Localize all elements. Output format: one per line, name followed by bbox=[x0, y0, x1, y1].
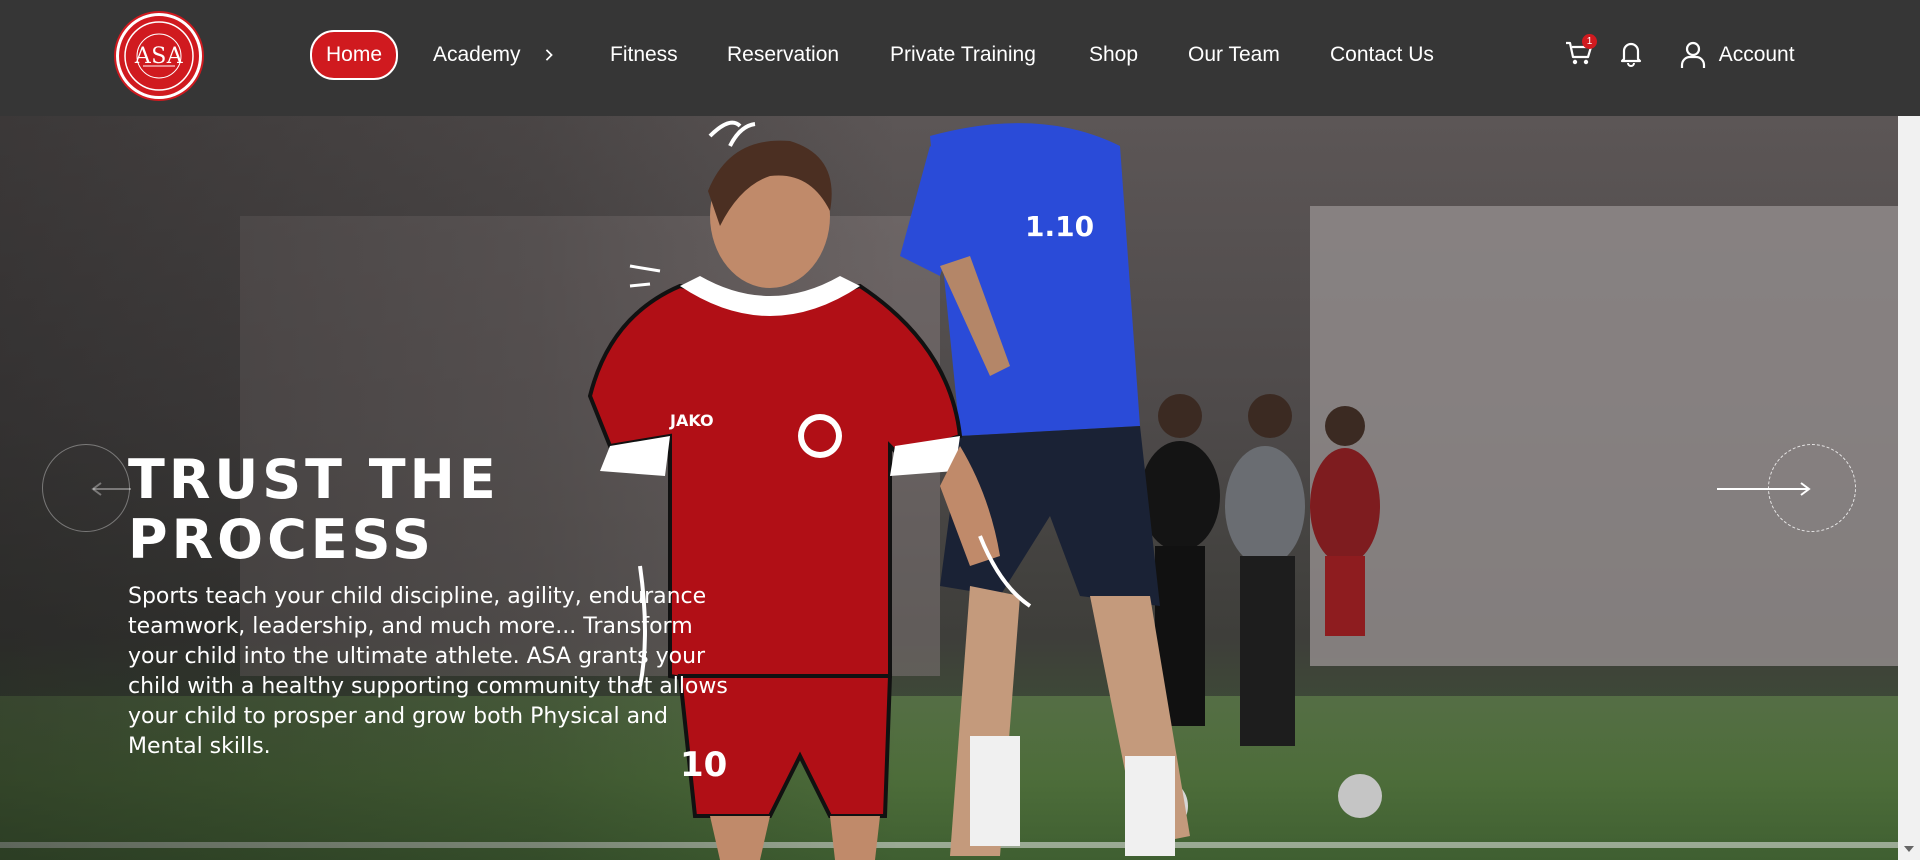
slider-next-button[interactable] bbox=[1717, 444, 1856, 532]
account-link[interactable]: Account bbox=[1680, 30, 1795, 80]
user-icon bbox=[1680, 42, 1706, 69]
jersey-brand-text: JAKO bbox=[669, 411, 714, 430]
scroll-thumb[interactable] bbox=[1902, 116, 1916, 616]
hero-title-line1: TRUST THE bbox=[128, 448, 500, 511]
nav-private-training[interactable]: Private Training bbox=[890, 30, 1036, 80]
nav-academy-label: Academy bbox=[433, 43, 521, 66]
nav-home[interactable]: Home bbox=[310, 30, 399, 80]
account-label: Account bbox=[1718, 43, 1795, 66]
nav-our-team[interactable]: Our Team bbox=[1188, 30, 1280, 80]
arrow-right-icon bbox=[1717, 482, 1811, 496]
nav-academy[interactable]: Academy bbox=[433, 30, 554, 80]
asa-logo[interactable]: ASA bbox=[116, 13, 202, 99]
cart-button[interactable]: 1 bbox=[1564, 34, 1598, 72]
nav-contact-us[interactable]: Contact Us bbox=[1330, 30, 1434, 80]
notifications-button[interactable] bbox=[1616, 38, 1650, 72]
scroll-down-icon[interactable] bbox=[1904, 846, 1914, 852]
bell-icon bbox=[1620, 42, 1642, 67]
slider-prev-button[interactable] bbox=[42, 444, 133, 532]
nav-reservation[interactable]: Reservation bbox=[727, 30, 839, 80]
top-navbar: ASA Home Academy Fitness Reservation Pri… bbox=[0, 0, 1920, 116]
nav-fitness[interactable]: Fitness bbox=[610, 30, 678, 80]
hero-title: TRUST THE PROCESS bbox=[128, 450, 728, 570]
hero-description: Sports teach your child discipline, agil… bbox=[128, 584, 728, 759]
logo-text: ASA bbox=[134, 44, 184, 69]
nav-shop[interactable]: Shop bbox=[1089, 30, 1138, 80]
page-scrollbar[interactable] bbox=[1898, 116, 1920, 860]
hero-title-line2: PROCESS bbox=[128, 508, 435, 571]
hero-slider: 1.10 JAKO 10 TRUST THE PROCESS Sports te… bbox=[0, 116, 1898, 860]
arrow-left-icon bbox=[91, 482, 133, 496]
cart-count-badge: 1 bbox=[1582, 34, 1597, 49]
chevron-right-icon bbox=[546, 49, 554, 62]
